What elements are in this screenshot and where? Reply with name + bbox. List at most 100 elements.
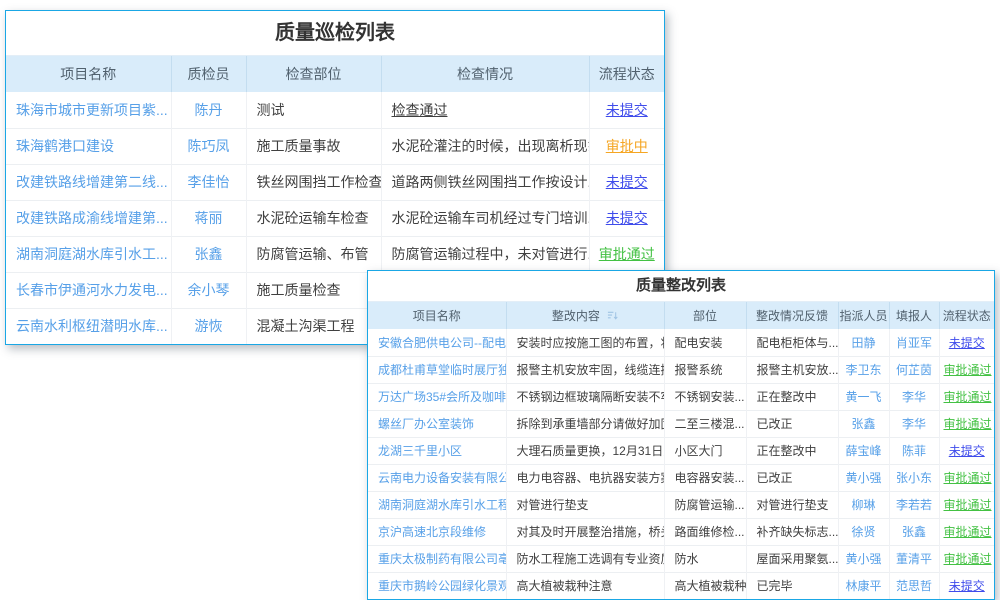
table-row: 京沪高速北京段维修对其及时开展整治措施，桥头...路面维修检...补齐缺失标志.… (368, 518, 994, 545)
inspection-situation-cell: 道路两侧铁丝网围挡工作按设计... (381, 164, 589, 200)
project-name-link[interactable]: 安徽合肥供电公司--配电设备... (368, 329, 506, 356)
project-name-link[interactable]: 云南电力设备安装有限公司20... (368, 464, 506, 491)
project-name-link[interactable]: 重庆市鹅岭公园绿化景观提升... (368, 572, 506, 599)
assignee-name-link[interactable]: 林康平 (838, 572, 889, 599)
rectify-content-cell: 对管进行垫支 (506, 491, 664, 518)
flow-status-link[interactable]: 审批通过 (939, 491, 994, 518)
inspection-header-row: 项目名称 质检员 检查部位 检查情况 流程状态 (6, 56, 664, 92)
flow-status-link[interactable]: 审批通过 (939, 410, 994, 437)
reporter-name-link[interactable]: 范思哲 (889, 572, 939, 599)
reporter-name-link[interactable]: 张小东 (889, 464, 939, 491)
inspection-situation-cell: 防腐管运输过程中，未对管进行... (381, 236, 589, 272)
rectify-content-cell: 电力电容器、电抗器安装方案... (506, 464, 664, 491)
project-name-link[interactable]: 京沪高速北京段维修 (368, 518, 506, 545)
project-name-link[interactable]: 长春市伊通河水力发电... (6, 272, 171, 308)
inspector-name-link[interactable]: 游恢 (171, 308, 246, 344)
project-name-link[interactable]: 螺丝厂办公室装饰 (368, 410, 506, 437)
col-header-inspection-part: 检查部位 (246, 56, 381, 92)
project-name-link[interactable]: 珠海鹤港口建设 (6, 128, 171, 164)
rectify-content-cell: 安装时应按施工图的布置，将... (506, 329, 664, 356)
flow-status-link[interactable]: 未提交 (589, 164, 664, 200)
assignee-name-link[interactable]: 徐贤 (838, 518, 889, 545)
reporter-name-link[interactable]: 陈菲 (889, 437, 939, 464)
reporter-name-link[interactable]: 李若若 (889, 491, 939, 518)
col-header-rectify-content[interactable]: 整改内容 (506, 302, 664, 329)
inspection-situation-cell: 水泥砼灌注的时候，出现离析现象 (381, 128, 589, 164)
project-name-link[interactable]: 云南水利枢纽潜明水库... (6, 308, 171, 344)
assignee-name-link[interactable]: 张鑫 (838, 410, 889, 437)
inspection-situation-cell: 水泥砼运输车司机经过专门培训... (381, 200, 589, 236)
feedback-cell: 已完毕 (746, 572, 838, 599)
part-cell: 配电安装 (664, 329, 746, 356)
sort-icon[interactable] (607, 310, 618, 324)
assignee-name-link[interactable]: 黄小强 (838, 464, 889, 491)
rectification-table-title: 质量整改列表 (368, 271, 994, 302)
inspector-name-link[interactable]: 李佳怡 (171, 164, 246, 200)
flow-status-link[interactable]: 审批中 (589, 128, 664, 164)
reporter-name-link[interactable]: 张鑫 (889, 518, 939, 545)
inspector-name-link[interactable]: 余小琴 (171, 272, 246, 308)
project-name-link[interactable]: 成都杜甫草堂临时展厅独立展... (368, 356, 506, 383)
rectify-content-cell: 对其及时开展整治措施，桥头... (506, 518, 664, 545)
project-name-link[interactable]: 万达广场35#会所及咖啡厅空... (368, 383, 506, 410)
table-row: 重庆市鹅岭公园绿化景观提升...高大植被栽种注意高大植被栽种已完毕林康平范思哲未… (368, 572, 994, 599)
project-name-link[interactable]: 湖南洞庭湖水库引水工程施工标 (368, 491, 506, 518)
part-cell: 高大植被栽种 (664, 572, 746, 599)
assignee-name-link[interactable]: 薛宝峰 (838, 437, 889, 464)
inspection-part-cell: 防腐管运输、布管 (246, 236, 381, 272)
inspector-name-link[interactable]: 张鑫 (171, 236, 246, 272)
project-name-link[interactable]: 重庆太极制药有限公司亳州中... (368, 545, 506, 572)
flow-status-link[interactable]: 审批通过 (939, 356, 994, 383)
assignee-name-link[interactable]: 柳琳 (838, 491, 889, 518)
flow-status-link[interactable]: 审批通过 (589, 236, 664, 272)
inspector-name-link[interactable]: 蒋丽 (171, 200, 246, 236)
flow-status-link[interactable]: 未提交 (589, 92, 664, 128)
assignee-name-link[interactable]: 李卫东 (838, 356, 889, 383)
rectify-content-cell: 高大植被栽种注意 (506, 572, 664, 599)
table-row: 螺丝厂办公室装饰拆除到承重墙部分请做好加固...二至三楼混...已改正张鑫李华审… (368, 410, 994, 437)
project-name-link[interactable]: 湖南洞庭湖水库引水工... (6, 236, 171, 272)
flow-status-link[interactable]: 审批通过 (939, 383, 994, 410)
flow-status-link[interactable]: 审批通过 (939, 518, 994, 545)
table-row: 珠海市城市更新项目紫...陈丹测试检查通过未提交 (6, 92, 664, 128)
feedback-cell: 已改正 (746, 410, 838, 437)
assignee-name-link[interactable]: 黄小强 (838, 545, 889, 572)
inspection-part-cell: 施工质量检查 (246, 272, 381, 308)
reporter-name-link[interactable]: 董清平 (889, 545, 939, 572)
part-cell: 报警系统 (664, 356, 746, 383)
flow-status-link[interactable]: 审批通过 (939, 545, 994, 572)
part-cell: 防腐管运输... (664, 491, 746, 518)
reporter-name-link[interactable]: 肖亚军 (889, 329, 939, 356)
feedback-cell: 配电柜柜体与... (746, 329, 838, 356)
table-row: 龙湖三千里小区大理石质量更换，12月31日之...小区大门正在整改中薛宝峰陈菲未… (368, 437, 994, 464)
inspection-situation-cell: 检查通过 (381, 92, 589, 128)
flow-status-link[interactable]: 未提交 (939, 437, 994, 464)
rectify-content-label: 整改内容 (552, 309, 600, 323)
assignee-name-link[interactable]: 黄一飞 (838, 383, 889, 410)
inspector-name-link[interactable]: 陈丹 (171, 92, 246, 128)
col-header-flow-status: 流程状态 (589, 56, 664, 92)
table-row: 安徽合肥供电公司--配电设备...安装时应按施工图的布置，将...配电安装配电柜… (368, 329, 994, 356)
rectify-content-cell: 防水工程施工选调有专业资质... (506, 545, 664, 572)
project-name-link[interactable]: 龙湖三千里小区 (368, 437, 506, 464)
project-name-link[interactable]: 改建铁路成渝线增建第... (6, 200, 171, 236)
project-name-link[interactable]: 珠海市城市更新项目紫... (6, 92, 171, 128)
col-header-part: 部位 (664, 302, 746, 329)
project-name-link[interactable]: 改建铁路线增建第二线... (6, 164, 171, 200)
assignee-name-link[interactable]: 田静 (838, 329, 889, 356)
col-header-reporter: 填报人 (889, 302, 939, 329)
reporter-name-link[interactable]: 李华 (889, 383, 939, 410)
reporter-name-link[interactable]: 李华 (889, 410, 939, 437)
flow-status-link[interactable]: 未提交 (939, 329, 994, 356)
rectification-table: 项目名称 整改内容 部位 整改情况反馈 指派人员 填报人 流程状态 安徽合肥 (368, 302, 994, 599)
table-row: 万达广场35#会所及咖啡厅空...不锈钢边框玻璃隔断安装不牢...不锈钢安装..… (368, 383, 994, 410)
rectify-content-cell: 大理石质量更换，12月31日之... (506, 437, 664, 464)
reporter-name-link[interactable]: 何芷茵 (889, 356, 939, 383)
table-row: 改建铁路成渝线增建第...蒋丽水泥砼运输车检查水泥砼运输车司机经过专门培训...… (6, 200, 664, 236)
feedback-cell: 屋面采用聚氨... (746, 545, 838, 572)
flow-status-link[interactable]: 未提交 (939, 572, 994, 599)
table-row: 改建铁路线增建第二线...李佳怡铁丝网围挡工作检查道路两侧铁丝网围挡工作按设计.… (6, 164, 664, 200)
inspector-name-link[interactable]: 陈巧凤 (171, 128, 246, 164)
flow-status-link[interactable]: 未提交 (589, 200, 664, 236)
flow-status-link[interactable]: 审批通过 (939, 464, 994, 491)
